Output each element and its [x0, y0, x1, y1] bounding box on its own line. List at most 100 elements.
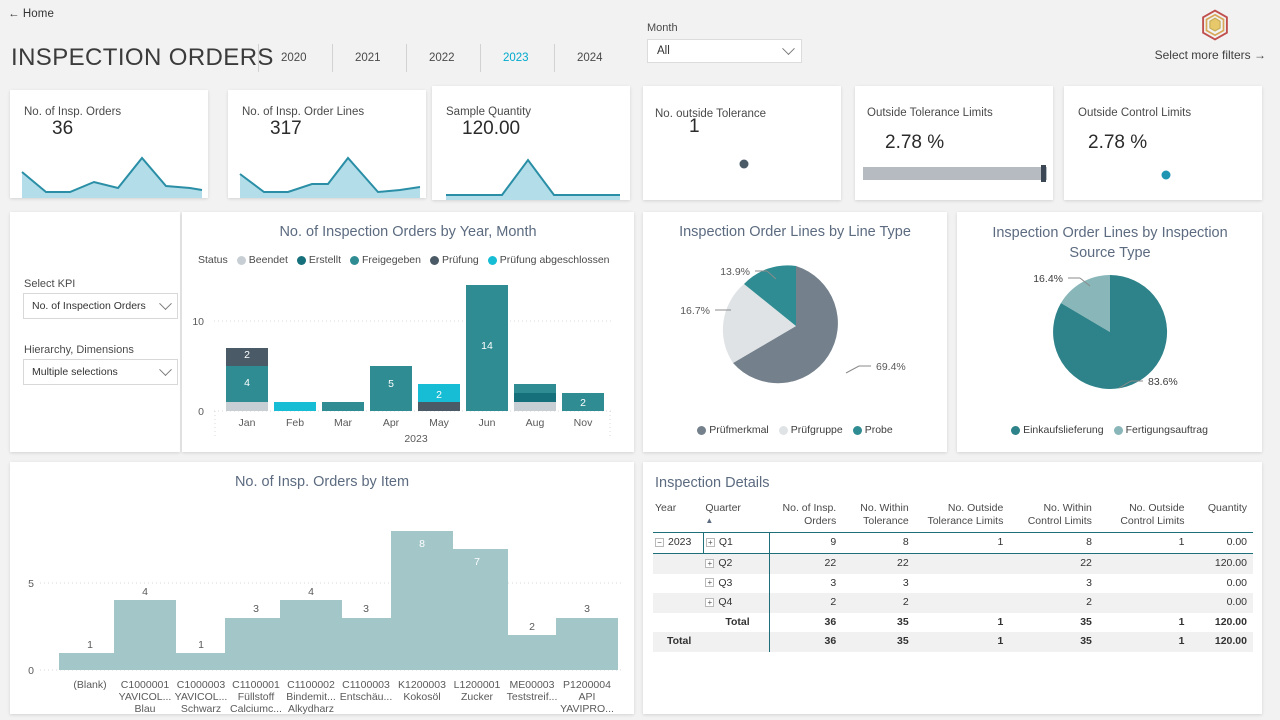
- year-tab-list: 2020 2021 2022 2023 2024: [258, 44, 628, 72]
- year-tab-2024[interactable]: 2024: [554, 44, 628, 72]
- svg-text:Calciumc...: Calciumc...: [230, 703, 282, 714]
- chevron-down-icon: [159, 362, 172, 376]
- select-kpi-dropdown[interactable]: No. of Inspection Orders: [23, 293, 178, 319]
- kpi-label: Outside Control Limits: [1078, 107, 1192, 119]
- hierarchy-dropdown[interactable]: Multiple selections: [23, 359, 178, 385]
- col-within-tolerance[interactable]: No. Within Tolerance: [842, 500, 914, 533]
- legend-label: Prüfung: [441, 254, 479, 266]
- table-grand-total-row[interactable]: Total 36 35 1 35 1 120.00: [653, 632, 1253, 653]
- svg-text:Kokosöl: Kokosöl: [403, 691, 440, 703]
- expand-quarter-icon[interactable]: +: [705, 537, 715, 547]
- kpi-sparkline: [446, 158, 620, 200]
- legend-item-freigegeben[interactable]: Freigegeben: [350, 254, 421, 266]
- expand-quarter-icon[interactable]: +: [705, 578, 715, 588]
- table-row[interactable]: −2023 + Q1 9 8 1 8 1 0.00: [653, 532, 1253, 554]
- cell-outside-tolerance-limits: [914, 593, 1010, 613]
- cell-year[interactable]: −2023: [653, 533, 703, 554]
- month-filter: Month All: [647, 22, 802, 63]
- cell-within-tolerance: 35: [842, 632, 915, 653]
- svg-text:Bindemit...: Bindemit...: [286, 691, 336, 703]
- select-kpi-label: Select KPI: [24, 278, 76, 290]
- col-outside-control-limits[interactable]: No. Outside Control Limits: [1098, 500, 1191, 533]
- year-tab-2022[interactable]: 2022: [406, 44, 480, 72]
- svg-text:Jun: Jun: [479, 417, 496, 429]
- col-year[interactable]: Year: [653, 500, 703, 533]
- kpi-card-outside-tolerance[interactable]: No. outside Tolerance 1: [643, 86, 841, 200]
- cell-quarter[interactable]: + Q1: [702, 532, 770, 554]
- table-row[interactable]: + Q4 2 2 2 0.00: [653, 593, 1253, 613]
- cell-within-control-limits: 35: [1009, 632, 1098, 653]
- legend-item-einkaufslieferung[interactable]: Einkaufslieferung: [1011, 424, 1104, 436]
- table-row[interactable]: + Q2 22 22 22 120.00: [653, 553, 1253, 574]
- cell-within-tolerance: 8: [902, 536, 909, 549]
- legend-item-pruefmerkmal[interactable]: Prüfmerkmal: [697, 424, 769, 436]
- cell-orders: 2: [769, 593, 843, 613]
- legend-item-pruefung[interactable]: Prüfung: [429, 254, 479, 266]
- details-table[interactable]: Year Quarter ▲ No. of Insp. Orders No. W…: [653, 500, 1253, 653]
- legend-item-beendet[interactable]: Beendet: [236, 254, 288, 266]
- cell-quantity: 120.00: [1214, 615, 1247, 628]
- kpi-card-outside-control-limits[interactable]: Outside Control Limits 2.78 %: [1064, 86, 1262, 200]
- svg-text:Blau: Blau: [134, 703, 155, 714]
- svg-text:C1000001: C1000001: [121, 679, 170, 691]
- select-more-filters-link[interactable]: Select more filters →: [1155, 48, 1266, 62]
- pie-legend: Einkaufslieferung Fertigungsauftrag: [957, 424, 1262, 436]
- chart-orders-by-item[interactable]: No. of Insp. Orders by Item 5 0 1 4 1 3 …: [10, 462, 634, 714]
- legend-title: Status: [198, 254, 228, 266]
- cell-quarter[interactable]: + Q4: [703, 593, 770, 613]
- svg-text:ME00003: ME00003: [510, 679, 555, 691]
- svg-text:Entschäu...: Entschäu...: [340, 691, 393, 703]
- cell-within-control-limits: 35: [1080, 615, 1092, 628]
- legend-item-probe[interactable]: Probe: [852, 424, 893, 436]
- chart-orders-by-year-month[interactable]: No. of Inspection Orders by Year, Month …: [182, 212, 634, 452]
- year-tab-2023[interactable]: 2023: [480, 44, 554, 72]
- month-select[interactable]: All: [647, 39, 802, 63]
- svg-text:API: API: [579, 691, 596, 703]
- year-tab-2020[interactable]: 2020: [258, 44, 332, 72]
- cell-year: [653, 553, 704, 574]
- inspection-details-panel[interactable]: Inspection Details Year Quarter ▲ No. of…: [643, 462, 1262, 714]
- svg-text:2: 2: [529, 621, 535, 633]
- col-quantity[interactable]: Quantity: [1191, 500, 1253, 533]
- kpi-dot-visual: [1161, 170, 1171, 180]
- collapse-year-icon[interactable]: −: [655, 537, 664, 547]
- legend-item-fertigungsauftrag[interactable]: Fertigungsauftrag: [1113, 424, 1208, 436]
- details-title: Inspection Details: [655, 475, 770, 491]
- table-subtotal-row[interactable]: Total 36 35 1 35 1 120.00: [653, 612, 1253, 633]
- cell-within-tolerance: 2: [842, 593, 915, 613]
- svg-text:Füllstoff: Füllstoff: [238, 691, 275, 703]
- kpi-card-insp-order-lines[interactable]: No. of Insp. Order Lines 317: [228, 90, 426, 198]
- expand-quarter-icon[interactable]: +: [705, 558, 715, 568]
- svg-text:5: 5: [388, 378, 394, 390]
- svg-text:C1000003: C1000003: [177, 679, 226, 691]
- kpi-card-sample-quantity[interactable]: Sample Quantity 120.00: [432, 86, 630, 200]
- svg-text:4: 4: [142, 586, 148, 598]
- chevron-down-icon: [159, 296, 172, 310]
- kpi-card-outside-tolerance-limits[interactable]: Outside Tolerance Limits 2.78 %: [855, 86, 1053, 200]
- legend-label: Prüfmerkmal: [709, 424, 769, 436]
- cell-quarter[interactable]: + Q3: [703, 574, 769, 594]
- chart-lines-by-line-type[interactable]: Inspection Order Lines by Line Type 13.9…: [643, 212, 947, 452]
- legend-item-erstellt[interactable]: Erstellt: [296, 254, 341, 266]
- col-within-control-limits[interactable]: No. Within Control Limits: [1009, 500, 1098, 533]
- cell-within-control-limits: 22: [1009, 553, 1098, 574]
- kpi-card-insp-orders[interactable]: No. of Insp. Orders 36: [10, 90, 208, 198]
- year-tab-2021[interactable]: 2021: [332, 44, 406, 72]
- chart-lines-by-inspection-source-type[interactable]: Inspection Order Lines by Inspection Sou…: [957, 212, 1262, 452]
- home-link[interactable]: ← Home: [8, 8, 54, 20]
- table-row[interactable]: + Q3 3 3 3 0.00: [653, 573, 1253, 594]
- svg-text:1: 1: [87, 639, 93, 651]
- cell-quarter[interactable]: + Q2: [703, 553, 770, 574]
- pie-plot: 13.9% 16.7% 69.4%: [680, 265, 906, 384]
- legend-item-pruefung-abgeschlossen[interactable]: Prüfung abgeschlossen: [487, 254, 610, 266]
- col-quarter[interactable]: Quarter ▲: [703, 500, 769, 533]
- legend-item-pruefgruppe[interactable]: Prüfgruppe: [778, 424, 843, 436]
- col-orders[interactable]: No. of Insp. Orders: [770, 500, 842, 533]
- svg-text:Teststreif...: Teststreif...: [507, 691, 558, 703]
- bar-chart-plot: 5 0 1 4 1 3 4 3 8 7 2 3 (Blank) C1000001…: [28, 531, 622, 714]
- kpi-dot-visual: [739, 159, 749, 169]
- legend-swatch-icon: [350, 255, 359, 265]
- col-outside-tolerance-limits[interactable]: No. Outside Tolerance Limits: [915, 500, 1010, 533]
- svg-text:L1200001: L1200001: [454, 679, 501, 691]
- expand-quarter-icon[interactable]: +: [705, 597, 715, 607]
